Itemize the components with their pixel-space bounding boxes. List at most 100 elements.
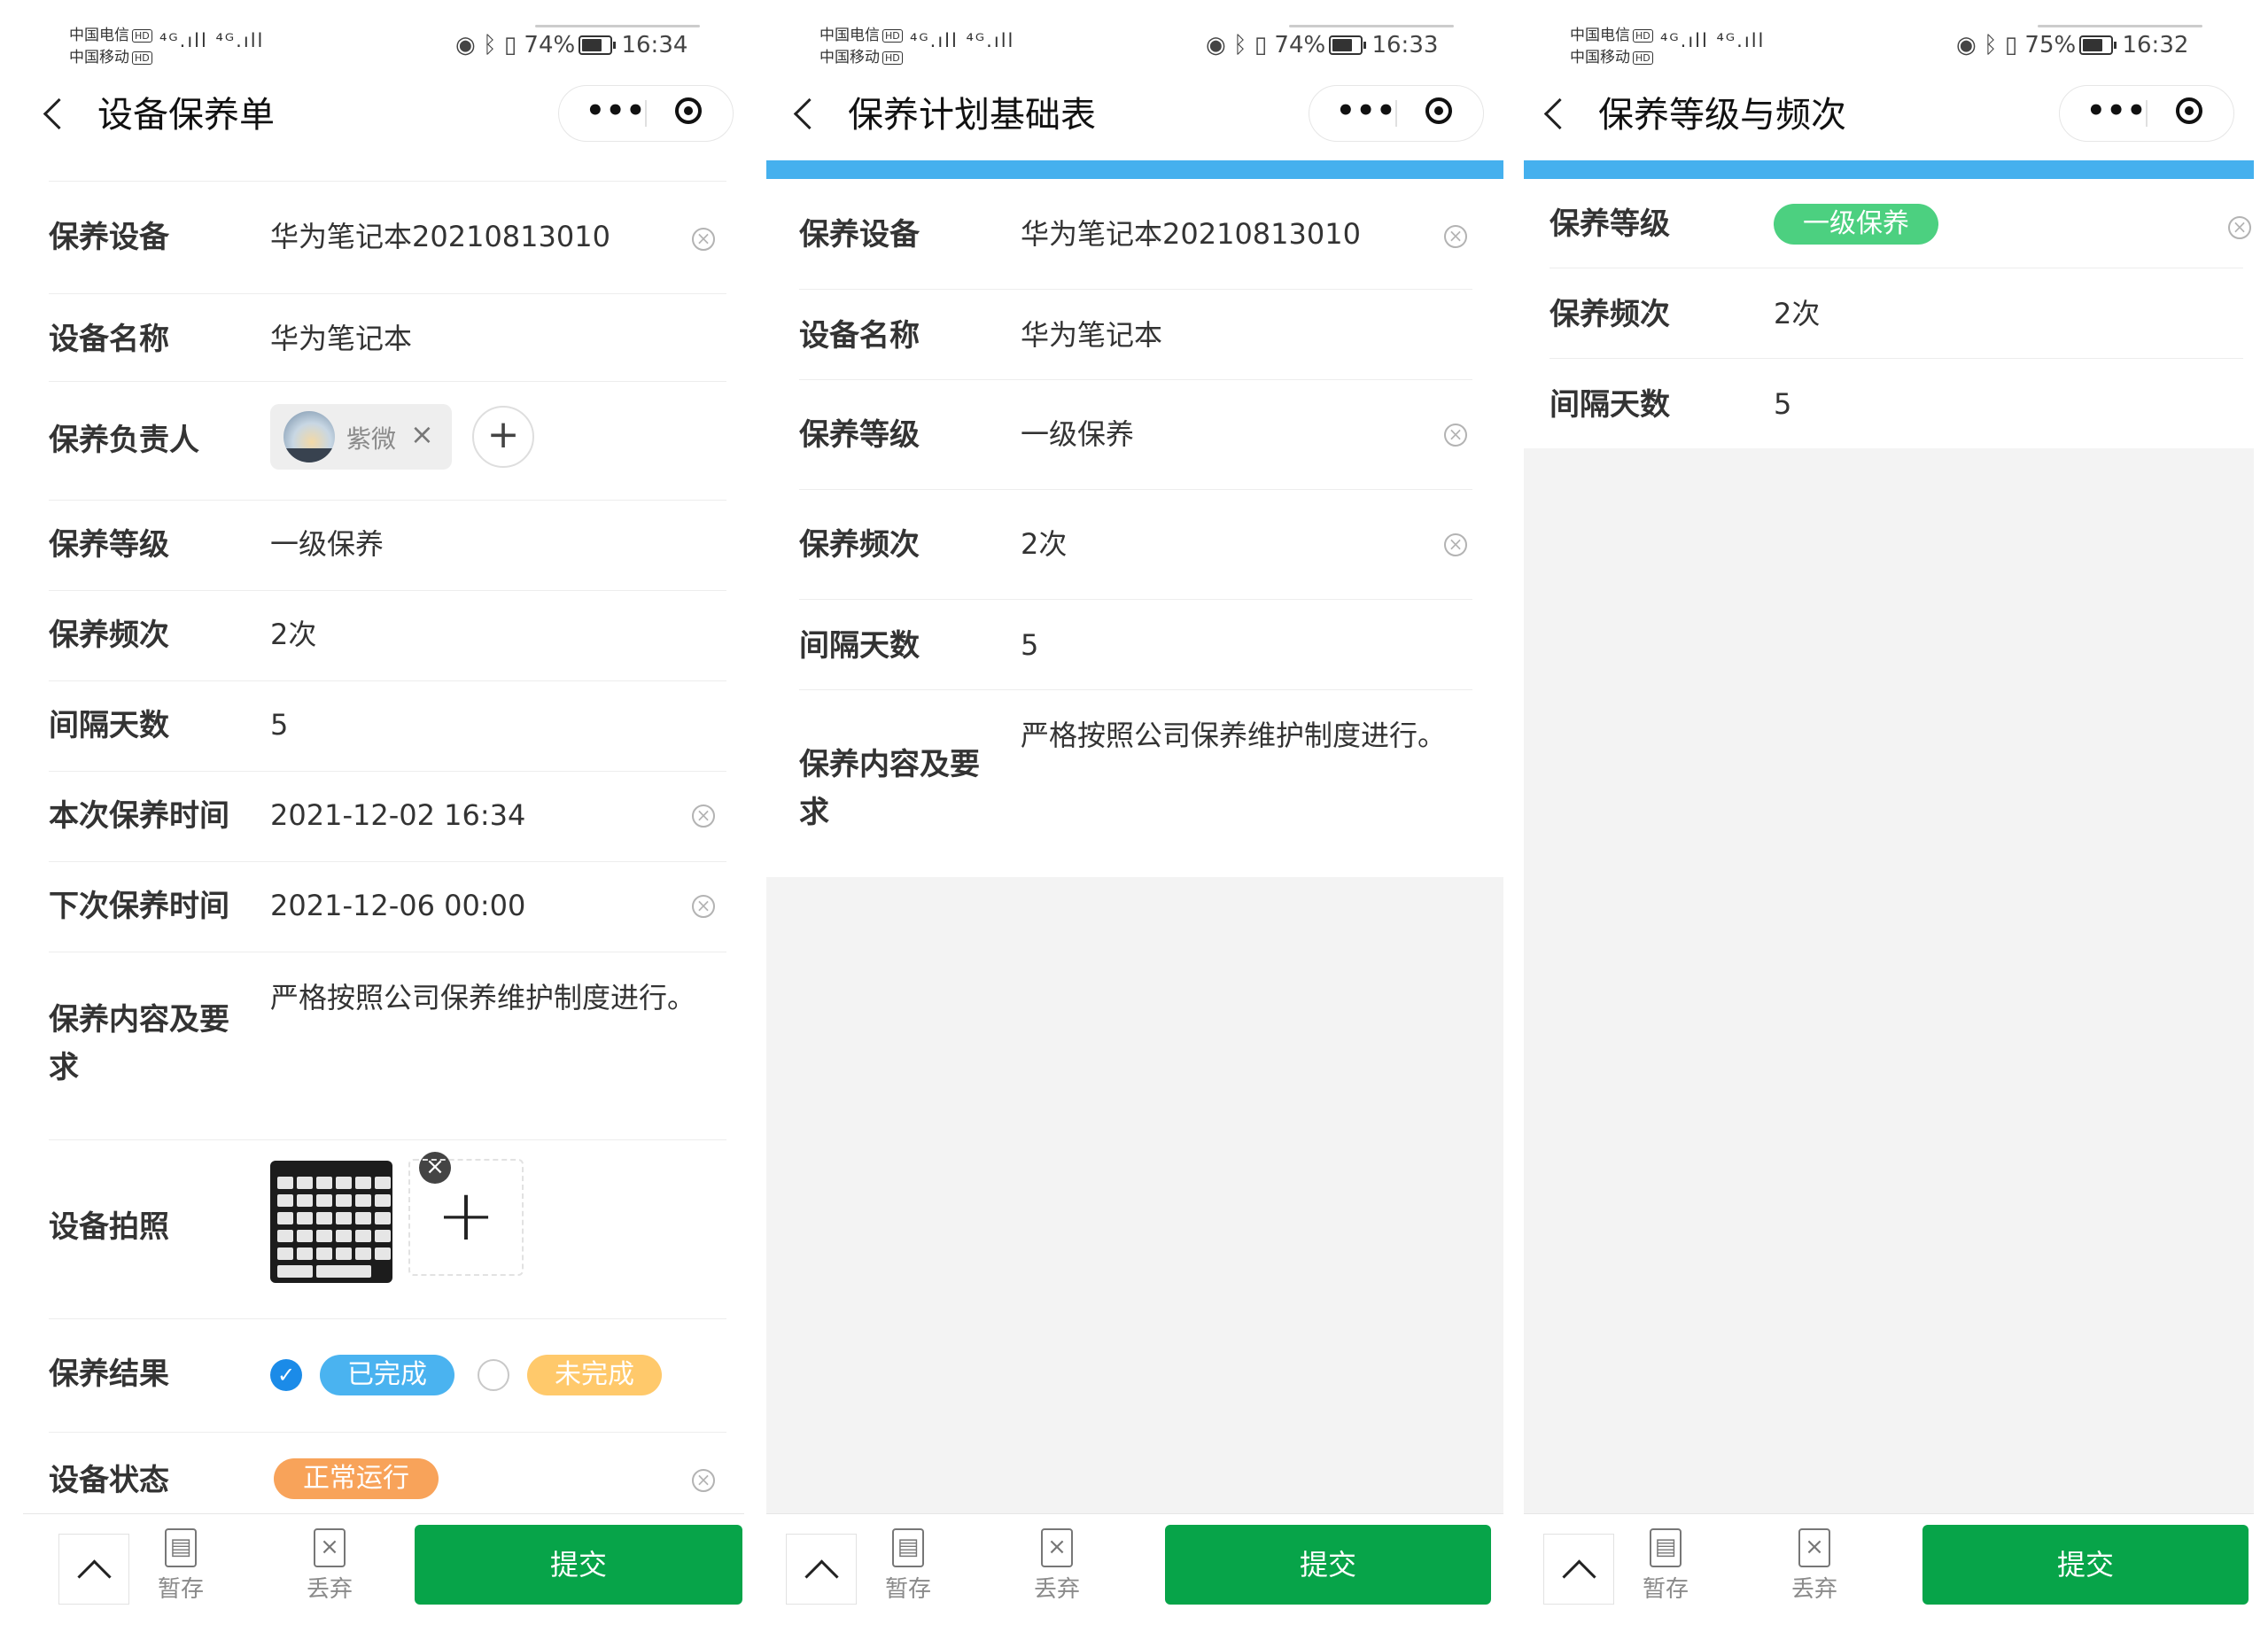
chevron-up-icon [1562, 1559, 1596, 1594]
carrier-2: 中国移动 [1570, 49, 1630, 66]
check-icon[interactable]: ✓ [270, 1359, 302, 1391]
remove-owner-icon[interactable]: × [410, 417, 434, 451]
close-target-icon[interactable] [675, 97, 702, 124]
clear-icon[interactable]: × [2228, 216, 2251, 239]
bluetooth-icon: ᛒ [482, 32, 497, 58]
clear-icon[interactable]: × [692, 1469, 715, 1492]
add-photo-button[interactable]: + [408, 1159, 524, 1276]
more-dots-icon[interactable]: ••• [586, 96, 645, 129]
clear-icon[interactable]: × [692, 228, 715, 251]
back-arrow-icon[interactable] [793, 97, 826, 130]
discard-doc-icon: × [1041, 1528, 1073, 1567]
frequency-value: 2次 [270, 618, 317, 651]
signal-icon: ⁴ᴳ.ıll ⁴ᴳ.ıll [910, 30, 1015, 51]
status-right: ◉ ᛒ ▯ 74% 16:33 [1206, 32, 1438, 58]
empty-area [1524, 448, 2254, 1513]
submit-button[interactable]: 提交 [415, 1525, 742, 1605]
battery-percent: 75% [2024, 32, 2077, 58]
bottom-toolbar: ▤ 暂存 × 丢弃 提交 [1524, 1513, 2254, 1640]
clear-icon[interactable]: × [1444, 533, 1467, 556]
hd-badge: HD [132, 51, 152, 65]
label-device: 保养设备 [799, 217, 920, 253]
interval-value: 5 [270, 708, 289, 742]
capsule-divider [1395, 100, 1397, 127]
level-tag[interactable]: 一级保养 [1774, 204, 1938, 245]
scroll-up-button[interactable] [1543, 1534, 1614, 1605]
this-time-input[interactable]: 2021-12-02 16:34 [270, 794, 525, 836]
bottom-toolbar: ▤ 暂存 × 丢弃 提交 [23, 1513, 744, 1640]
status-bar: 中国电信 HD 中国移动 HD ⁴ᴳ.ıll ⁴ᴳ.ıll ◉ ᛒ ▯ 74% 16… [766, 0, 1503, 89]
row-photo: 设备拍照 × + [49, 1139, 726, 1319]
label-frequency: 保养频次 [799, 527, 920, 563]
header-accent-bar [1524, 160, 2254, 179]
hd-badge: HD [1633, 51, 1653, 65]
hd-badge: HD [882, 51, 903, 65]
scroll-up-button[interactable] [58, 1534, 129, 1605]
save-doc-icon: ▤ [1650, 1528, 1682, 1567]
result-done-tag[interactable]: 已完成 [320, 1355, 454, 1395]
add-owner-button[interactable]: + [472, 406, 534, 468]
save-draft-button[interactable]: ▤ 暂存 [873, 1528, 944, 1604]
content-textarea[interactable]: 严格按照公司保养维护制度进行。 [1021, 714, 1446, 757]
frequency-value: 2次 [1774, 297, 1821, 330]
battery-percent: 74% [524, 32, 576, 58]
clear-icon[interactable]: × [1444, 225, 1467, 248]
interval-value: 5 [1774, 387, 1792, 421]
label-level: 保养等级 [799, 417, 920, 453]
result-undone-tag[interactable]: 未完成 [527, 1355, 662, 1395]
save-doc-icon: ▤ [892, 1528, 924, 1567]
device-input[interactable]: 华为笔记本20210813010 [270, 215, 610, 258]
content-textarea[interactable]: 严格按照公司保养维护制度进行。 [270, 976, 695, 1019]
row-result: 保养结果 ✓ 已完成 未完成 [49, 1318, 726, 1433]
carrier-2: 中国移动 [69, 49, 129, 66]
save-draft-button[interactable]: ▤ 暂存 [1630, 1528, 1701, 1604]
status-right: ◉ ᛒ ▯ 75% 16:32 [1956, 32, 2188, 58]
save-label: 暂存 [1642, 1576, 1689, 1603]
device-input[interactable]: 华为笔记本20210813010 [1021, 213, 1361, 255]
scroll-up-button[interactable] [786, 1534, 857, 1605]
keyboard-photo[interactable] [270, 1161, 392, 1283]
screen-maintenance-plan: 中国电信 HD 中国移动 HD ⁴ᴳ.ıll ⁴ᴳ.ıll ◉ ᛒ ▯ 74% 16… [766, 0, 1503, 1640]
close-target-icon[interactable] [1425, 97, 1452, 124]
clear-icon[interactable]: × [692, 895, 715, 918]
carrier-info: 中国电信 HD 中国移动 HD [1570, 25, 1653, 69]
save-draft-button[interactable]: ▤ 暂存 [145, 1528, 216, 1604]
discard-button[interactable]: × 丢弃 [1779, 1528, 1850, 1604]
vibrate-icon: ▯ [1254, 32, 1268, 58]
carrier-1: 中国电信 [819, 27, 880, 44]
row-level: 保养等级 一级保养 × [799, 379, 1472, 490]
frequency-input[interactable]: 2次 [1021, 523, 1067, 565]
submit-button[interactable]: 提交 [1922, 1525, 2249, 1605]
save-label: 暂存 [884, 1576, 931, 1603]
submit-button[interactable]: 提交 [1165, 1525, 1491, 1605]
label-frequency: 保养频次 [49, 618, 169, 653]
vibrate-icon: ▯ [503, 32, 517, 58]
radio-undone[interactable] [478, 1359, 509, 1391]
back-arrow-icon[interactable] [43, 97, 75, 130]
state-tag[interactable]: 正常运行 [274, 1458, 439, 1499]
row-state: 设备状态 正常运行 × [49, 1432, 726, 1513]
label-this-time: 本次保养时间 [49, 798, 229, 834]
status-right: ◉ ᛒ ▯ 74% 16:34 [455, 32, 687, 58]
clear-icon[interactable]: × [692, 804, 715, 828]
next-time-input[interactable]: 2021-12-06 00:00 [270, 884, 525, 927]
discard-button[interactable]: × 丢弃 [1021, 1528, 1092, 1604]
status-indicator-line [535, 25, 700, 27]
back-arrow-icon[interactable] [1543, 97, 1576, 130]
capsule-divider [645, 100, 647, 127]
more-dots-icon[interactable]: ••• [1336, 96, 1395, 129]
level-input[interactable]: 一级保养 [1021, 413, 1134, 455]
hd-badge: HD [1633, 28, 1653, 43]
row-frequency: 保养频次 2次 [49, 590, 726, 681]
interval-value: 5 [1021, 628, 1039, 662]
carrier-1: 中国电信 [69, 27, 129, 44]
discard-button[interactable]: × 丢弃 [294, 1528, 365, 1604]
eye-icon: ◉ [455, 32, 476, 58]
label-result: 保养结果 [49, 1356, 169, 1392]
clock: 16:32 [2122, 32, 2189, 58]
close-target-icon[interactable] [2176, 97, 2202, 124]
signal-icon: ⁴ᴳ.ıll ⁴ᴳ.ıll [159, 30, 265, 51]
more-dots-icon[interactable]: ••• [2086, 96, 2146, 129]
carrier-1: 中国电信 [1570, 27, 1630, 44]
clear-icon[interactable]: × [1444, 424, 1467, 447]
